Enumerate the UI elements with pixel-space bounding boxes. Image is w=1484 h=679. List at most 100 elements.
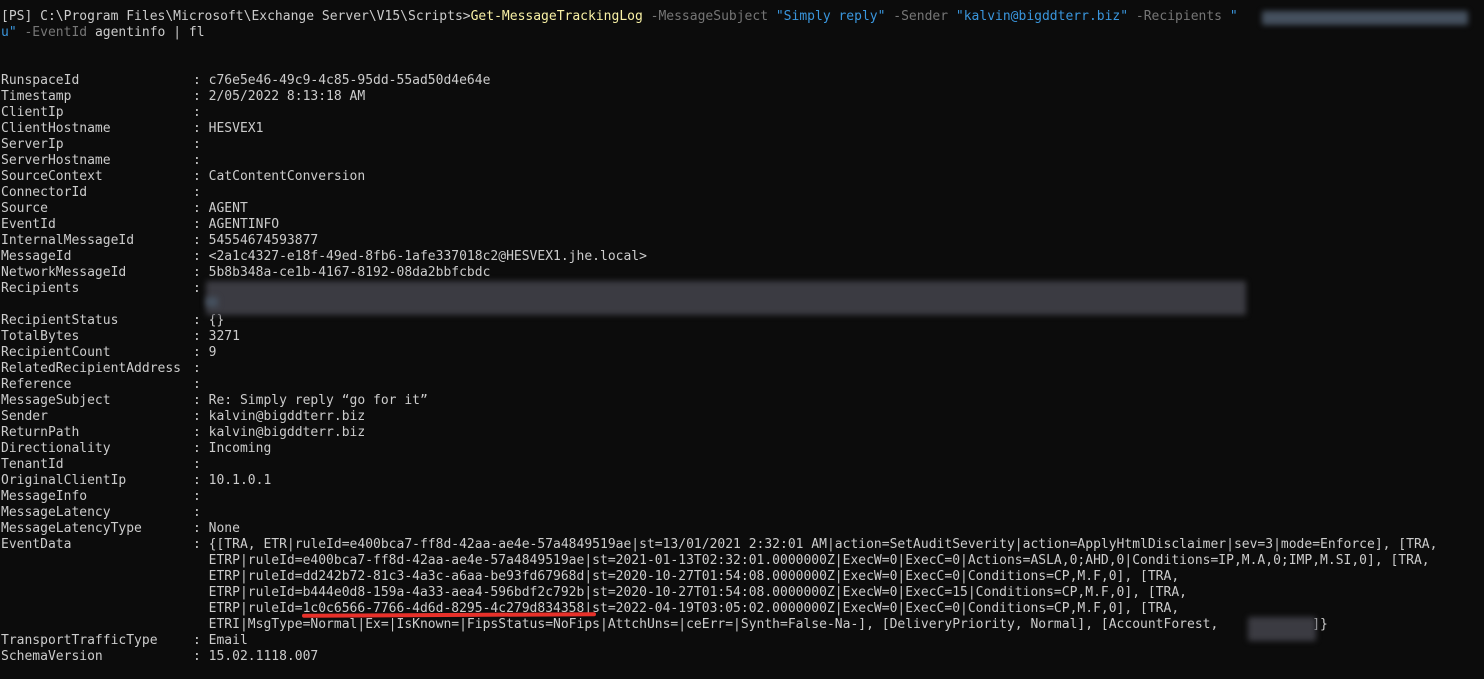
output-row: MessageLatencyType: None (1, 521, 240, 537)
field-name: EventId (1, 217, 56, 232)
output-row: EventId: AGENTINFO (1, 217, 279, 233)
field-name: MessageSubject (1, 393, 111, 408)
value-eventid: agentinfo (94, 25, 166, 40)
field-separator: : (193, 457, 209, 472)
field-separator (193, 569, 209, 584)
value-recipients-open: " (1229, 9, 1238, 24)
output-row: RecipientStatus: {} (1, 313, 224, 329)
output-row: ReturnPath: kalvin@bigddterr.biz (1, 425, 365, 441)
field-name: SchemaVersion (1, 649, 103, 664)
value-sender: "kalvin@bigddterr.biz" (955, 9, 1129, 24)
field-separator: : (193, 73, 209, 88)
field-name: RecipientStatus (1, 313, 119, 328)
output-row: TransportTrafficType: Email (1, 633, 248, 649)
field-separator: : (193, 89, 209, 104)
field-name: TenantId (1, 457, 64, 472)
param-recipients: -Recipients (1128, 9, 1230, 24)
output-row: ETRP|ruleId=dd242b72-81c3-4a3c-a6aa-be93… (1, 569, 1180, 585)
field-separator: : (193, 425, 209, 440)
field-separator: : (193, 217, 209, 232)
field-value: None (208, 521, 240, 536)
output-row: ConnectorId: (1, 185, 209, 201)
field-name: Timestamp (1, 89, 72, 104)
field-name: ClientHostname (1, 121, 111, 136)
value-messagesubject: "Simply reply" (775, 9, 886, 24)
field-name: MessageId (1, 249, 72, 264)
field-separator: : (193, 169, 209, 184)
output-row: Reference: (1, 377, 209, 393)
field-name: MessageLatency (1, 505, 111, 520)
command-line-2: u" -EventId agentinfo | fl (1, 25, 205, 41)
field-separator: : (193, 393, 209, 408)
field-separator: : (193, 313, 209, 328)
field-separator: : (193, 249, 209, 264)
redacted-recipients-value (206, 281, 1246, 315)
field-name: Source (1, 201, 48, 216)
field-name: TransportTrafficType (1, 633, 158, 648)
field-separator (193, 601, 209, 616)
field-value: Email (208, 633, 248, 648)
field-separator: : (193, 521, 209, 536)
param-eventid: -EventId (16, 25, 95, 40)
output-row: RecipientCount: 9 (1, 345, 216, 361)
field-name: MessageInfo (1, 489, 88, 504)
field-value: c76e5e46-49c9-4c85-95dd-55ad50d4e64e (208, 73, 491, 88)
field-name: Reference (1, 377, 72, 392)
field-separator: : (193, 121, 209, 136)
output-row: ETRP|ruleId=e400bca7-ff8d-42aa-ae4e-57a4… (1, 553, 1430, 569)
field-separator: : (193, 105, 209, 120)
field-separator (193, 617, 209, 632)
field-name: RecipientCount (1, 345, 111, 360)
field-name: MessageLatencyType (1, 521, 142, 536)
field-name: ConnectorId (1, 185, 88, 200)
field-separator: : (193, 265, 209, 280)
field-separator: : (193, 377, 209, 392)
output-row: Timestamp: 2/05/2022 8:13:18 AM (1, 89, 365, 105)
output-row: InternalMessageId: 54554674593877 (1, 233, 318, 249)
field-separator (193, 553, 209, 568)
field-separator: : (193, 137, 209, 152)
field-separator (193, 585, 209, 600)
output-row: OriginalClientIp: 10.1.0.1 (1, 473, 271, 489)
field-name: TotalBytes (1, 329, 80, 344)
output-row: Sender: kalvin@bigddterr.biz (1, 409, 365, 425)
field-value: CatContentConversion (208, 169, 366, 184)
field-separator: : (193, 329, 209, 344)
field-separator: : (193, 361, 209, 376)
field-separator: : (193, 409, 209, 424)
param-messagesubject: -MessageSubject (642, 9, 776, 24)
field-value: kalvin@bigddterr.biz (208, 425, 366, 440)
field-separator: : (193, 649, 209, 664)
field-separator: : (193, 633, 209, 648)
field-value: 3271 (208, 329, 240, 344)
field-value: Re: Simply reply “go for it” (208, 393, 428, 408)
output-row: EventData: {[TRA, ETR|ruleId=e400bca7-ff… (1, 537, 1437, 553)
output-row: NetworkMessageId: 5b8b348a-ce1b-4167-819… (1, 265, 490, 281)
field-name: Recipients (1, 281, 80, 296)
field-value: ETRP|ruleId=dd242b72-81c3-4a3c-a6aa-be93… (208, 569, 1180, 584)
field-value: AGENT (208, 201, 248, 216)
output-row: RunspaceId: c76e5e46-49c9-4c85-95dd-55ad… (1, 73, 490, 89)
output-row: ETRP|ruleId=b444e0d8-159a-4a33-aea4-596b… (1, 585, 1187, 601)
field-separator: : (193, 185, 209, 200)
output-row: ClientHostname: HESVEX1 (1, 121, 263, 137)
redacted-recipients-marker (206, 297, 218, 307)
field-name: ClientIp (1, 105, 64, 120)
value-recipients-close: u" (1, 25, 17, 40)
field-name: RunspaceId (1, 73, 80, 88)
field-value: 10.1.0.1 (208, 473, 272, 488)
powershell-console[interactable]: [PS] C:\Program Files\Microsoft\Exchange… (0, 0, 1484, 679)
param-sender: -Sender (885, 9, 956, 24)
cmdlet-name: Get-MessageTrackingLog (470, 9, 643, 24)
field-value: 5b8b348a-ce1b-4167-8192-08da2bbfcbdc (208, 265, 491, 280)
output-row: MessageLatency: (1, 505, 209, 521)
field-value: 9 (208, 345, 217, 360)
field-separator: : (193, 153, 209, 168)
pipe-format-list: | fl (165, 25, 205, 40)
field-separator: : (193, 441, 209, 456)
redacted-recipients-command (1262, 11, 1468, 25)
field-separator: : (193, 537, 209, 552)
field-value: ETRP|ruleId=e400bca7-ff8d-42aa-ae4e-57a4… (208, 553, 1430, 568)
field-value: {} (208, 313, 225, 328)
field-name: RelatedRecipientAddress (1, 361, 182, 376)
